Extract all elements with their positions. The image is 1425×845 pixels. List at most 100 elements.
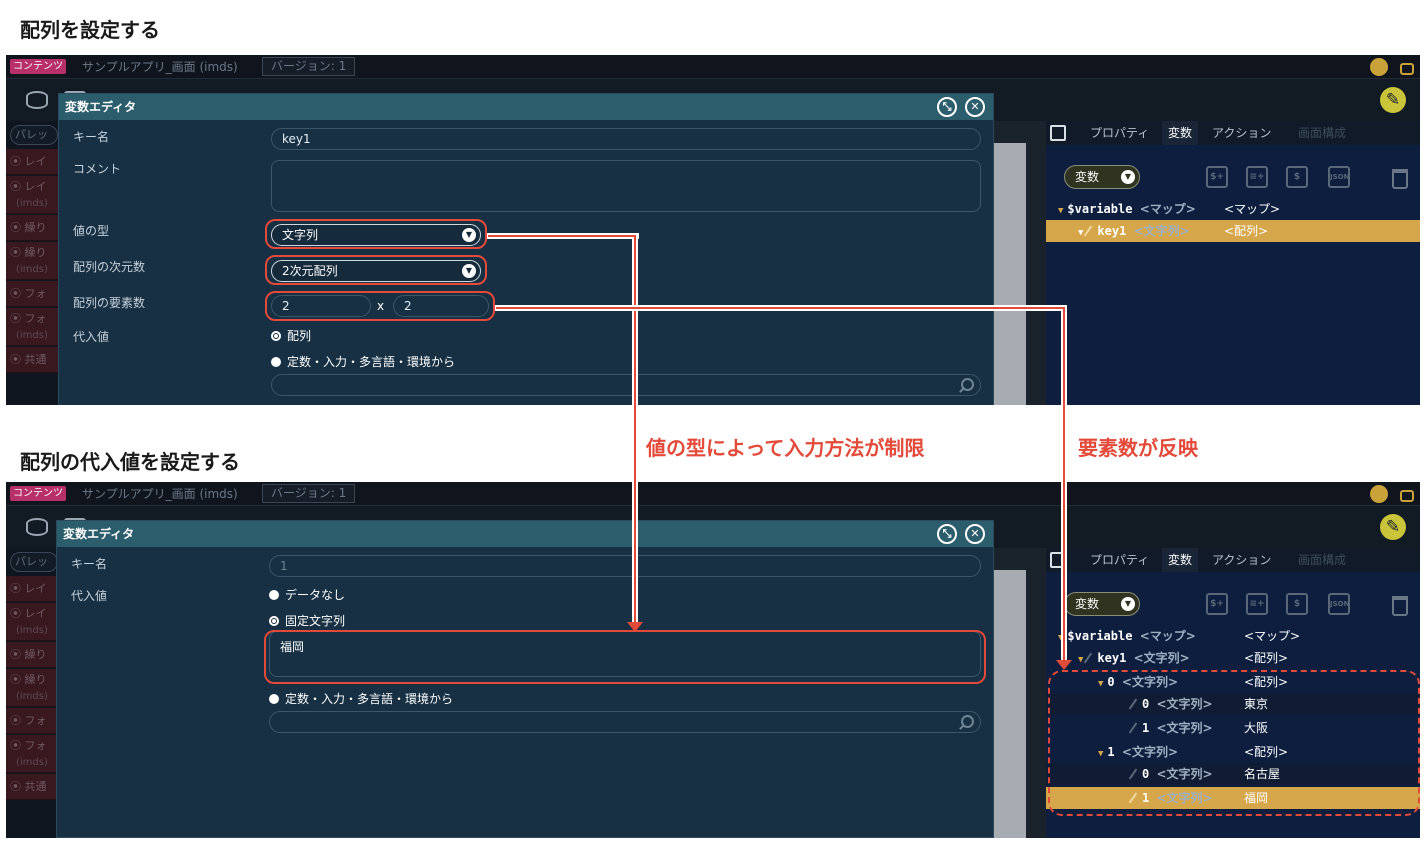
key-label: キー名 bbox=[73, 130, 110, 144]
tab-variables[interactable]: 変数 bbox=[1162, 121, 1199, 145]
close-icon[interactable]: ✕ bbox=[965, 524, 985, 544]
highlight-type bbox=[265, 219, 487, 249]
radio-array[interactable]: 配列 bbox=[271, 328, 311, 344]
app-topbar: コンテンツ サンプルアプリ_画面 (imds) バージョン: 1 bbox=[6, 55, 1420, 79]
screenshot-panel-1: コンテンツ サンプルアプリ_画面 (imds) バージョン: 1 ✎ パレッ ⦿… bbox=[6, 55, 1420, 405]
dialog-title: 変数エディタ bbox=[57, 521, 993, 547]
palette-item[interactable]: ⦿ フォ (imds) bbox=[6, 735, 60, 773]
highlight-dimension bbox=[265, 255, 487, 285]
variable-scope-select[interactable]: 変数 ▼ bbox=[1064, 592, 1140, 616]
left-palette: パレッ ⦿ レイ ⦿ レイ (imds) ⦿ 繰り ⦿ 繰り (imds) ⦿ フォ… bbox=[6, 548, 60, 838]
close-icon[interactable]: ✕ bbox=[965, 97, 985, 117]
edit-icon[interactable]: ✎ bbox=[1380, 87, 1406, 113]
edit-icon[interactable]: ✎ bbox=[1380, 514, 1406, 540]
palette-item[interactable]: ⦿ フォ bbox=[6, 281, 60, 307]
highlight-count bbox=[265, 291, 495, 321]
add-variable-icon[interactable]: $+ bbox=[1206, 593, 1228, 615]
variable-icon[interactable]: $ bbox=[1286, 593, 1308, 615]
content-badge[interactable]: コンテンツ bbox=[10, 486, 66, 501]
tree-row-selected[interactable]: ▼ key1 <文字列> <配列> bbox=[1046, 220, 1420, 242]
constant-search-input[interactable] bbox=[269, 711, 981, 733]
key-input[interactable]: key1 bbox=[271, 128, 981, 150]
dialog-title: 変数エディタ bbox=[59, 94, 993, 120]
palette-item[interactable]: ⦿ 繰り (imds) bbox=[6, 669, 60, 707]
assign-label: 代入値 bbox=[73, 330, 110, 344]
palette-item[interactable]: ⦿ レイ (imds) bbox=[6, 176, 60, 214]
json-icon[interactable]: JSON bbox=[1328, 166, 1350, 188]
add-list-icon[interactable]: ≡+ bbox=[1246, 593, 1268, 615]
palette-item[interactable]: ⦿ 共通 bbox=[6, 347, 60, 373]
tab-actions[interactable]: アクション bbox=[1206, 121, 1277, 145]
assign-label: 代入値 bbox=[71, 589, 108, 603]
radio-constant[interactable]: 定数・入力・多言語・環境から bbox=[271, 354, 455, 370]
version-label: バージョン: 1 bbox=[262, 484, 356, 503]
connector-right bbox=[1063, 307, 1065, 662]
json-icon[interactable]: JSON bbox=[1328, 593, 1350, 615]
connector-left bbox=[634, 235, 636, 625]
dimension-label: 配列の次元数 bbox=[73, 260, 146, 274]
section2-heading: 配列の代入値を設定する bbox=[20, 450, 240, 474]
key-input: 1 bbox=[269, 555, 981, 577]
highlight-array-tree bbox=[1048, 670, 1420, 816]
palette-item[interactable]: ⦿ フォ bbox=[6, 708, 60, 734]
database-icon[interactable] bbox=[26, 518, 48, 536]
variable-icon[interactable]: $ bbox=[1286, 166, 1308, 188]
canvas-page bbox=[991, 570, 1026, 838]
annotation-count-reflected: 要素数が反映 bbox=[1078, 436, 1198, 460]
content-badge[interactable]: コンテンツ bbox=[10, 59, 66, 74]
palette-item[interactable]: ⦿ 繰り (imds) bbox=[6, 242, 60, 280]
comment-input[interactable] bbox=[271, 160, 981, 212]
palette-item[interactable]: ⦿ 共通 bbox=[6, 774, 60, 800]
canvas-page bbox=[991, 143, 1026, 405]
lock-icon[interactable] bbox=[1400, 490, 1414, 502]
palette-item[interactable]: ⦿ フォ (imds) bbox=[6, 308, 60, 346]
radio-fixed-string[interactable]: 固定文字列 bbox=[269, 613, 345, 629]
type-label: 値の型 bbox=[73, 224, 110, 238]
panel-tabs: プロパティ 変数 アクション 画面構成 bbox=[1046, 548, 1420, 572]
radio-constant[interactable]: 定数・入力・多言語・環境から bbox=[269, 691, 453, 707]
palette-item[interactable]: ⦿ レイ bbox=[6, 576, 60, 602]
user-icon[interactable] bbox=[1370, 485, 1388, 503]
section1-heading: 配列を設定する bbox=[20, 18, 160, 42]
trash-icon[interactable] bbox=[1392, 596, 1408, 616]
tab-properties[interactable]: プロパティ bbox=[1084, 548, 1155, 572]
palette-search[interactable]: パレッ bbox=[10, 552, 58, 572]
palette-item[interactable]: ⦿ レイ bbox=[6, 149, 60, 175]
tab-properties[interactable]: プロパティ bbox=[1084, 121, 1155, 145]
comment-label: コメント bbox=[73, 162, 122, 176]
palette-item[interactable]: ⦿ 繰り bbox=[6, 642, 60, 668]
variable-scope-select[interactable]: 変数 ▼ bbox=[1064, 165, 1140, 189]
tree-row[interactable]: ▼$variable <マップ> <マップ> bbox=[1046, 198, 1420, 220]
add-list-icon[interactable]: ≡+ bbox=[1246, 166, 1268, 188]
lock-icon[interactable] bbox=[1400, 63, 1414, 75]
tab-actions[interactable]: アクション bbox=[1206, 548, 1277, 572]
tab-variables[interactable]: 変数 bbox=[1162, 548, 1199, 572]
search-icon[interactable] bbox=[961, 715, 974, 728]
panel-toggle-icon[interactable] bbox=[1050, 125, 1066, 141]
connector-right bbox=[496, 307, 1064, 309]
tree-row[interactable]: ▼ key1 <文字列> <配列> bbox=[1046, 647, 1420, 669]
palette-search[interactable]: パレッ bbox=[10, 125, 58, 145]
connector-left bbox=[488, 235, 636, 237]
arrowhead-right bbox=[1056, 660, 1072, 670]
add-variable-icon[interactable]: $+ bbox=[1206, 166, 1228, 188]
palette-item[interactable]: ⦿ レイ (imds) bbox=[6, 603, 60, 641]
search-icon[interactable] bbox=[961, 378, 974, 391]
radio-no-data[interactable]: データなし bbox=[269, 587, 345, 603]
panel-tabs: プロパティ 変数 アクション 画面構成 bbox=[1046, 121, 1420, 145]
tab-screen-structure: 画面構成 bbox=[1298, 553, 1347, 567]
database-icon[interactable] bbox=[26, 91, 48, 109]
arrowhead-left bbox=[627, 622, 643, 632]
minimize-icon[interactable]: ⤡ bbox=[937, 524, 957, 544]
minimize-icon[interactable]: ⤡ bbox=[937, 97, 957, 117]
palette-item[interactable]: ⦿ 繰り bbox=[6, 215, 60, 241]
user-icon[interactable] bbox=[1370, 58, 1388, 76]
constant-search-input[interactable] bbox=[271, 374, 981, 396]
highlight-fixed-string bbox=[264, 630, 986, 684]
chevron-down-icon: ▼ bbox=[1121, 597, 1135, 611]
key-label: キー名 bbox=[71, 557, 108, 571]
tree-row[interactable]: ▼$variable <マップ> <マップ> bbox=[1046, 625, 1420, 647]
trash-icon[interactable] bbox=[1392, 169, 1408, 189]
app-topbar: コンテンツ サンプルアプリ_画面 (imds) バージョン: 1 bbox=[6, 482, 1420, 506]
annotation-type-limit: 値の型によって入力方法が制限 bbox=[646, 436, 925, 460]
